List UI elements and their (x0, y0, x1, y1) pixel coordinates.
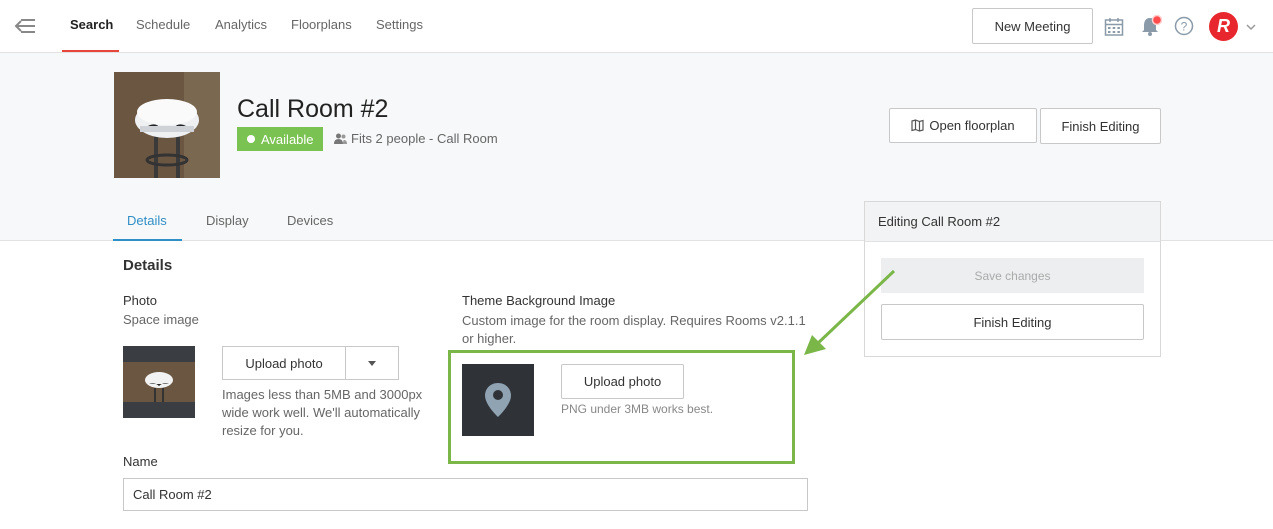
save-changes-button[interactable]: Save changes (881, 258, 1144, 293)
floorplan-icon (911, 119, 924, 132)
tab-display[interactable]: Display (206, 213, 249, 228)
room-photo (114, 72, 220, 178)
status-text: Available (261, 131, 314, 147)
calendar-icon[interactable] (1102, 15, 1126, 39)
new-meeting-button[interactable]: New Meeting (972, 8, 1093, 44)
photo-label: Photo (123, 293, 157, 308)
help-icon[interactable]: ? (1173, 15, 1195, 37)
notification-bell-icon[interactable] (1138, 13, 1164, 39)
room-title: Call Room #2 (237, 95, 389, 123)
finish-editing-header-button[interactable]: Finish Editing (1040, 108, 1161, 144)
space-image-thumbnail (123, 346, 195, 418)
status-dot-icon (247, 135, 255, 143)
finish-editing-panel-button[interactable]: Finish Editing (881, 304, 1144, 340)
caret-down-icon (368, 360, 376, 366)
people-icon (334, 133, 347, 144)
photo-sublabel: Space image (123, 312, 199, 327)
svg-text:?: ? (1181, 20, 1188, 34)
theme-background-label: Theme Background Image (462, 293, 616, 308)
room-name-field[interactable] (123, 478, 808, 511)
nav-schedule[interactable]: Schedule (136, 17, 190, 32)
nav-floorplans[interactable]: Floorplans (291, 17, 352, 32)
name-label: Name (123, 454, 158, 469)
status-badge: Available (237, 127, 323, 151)
upload-photo-split-button: Upload photo (222, 346, 399, 380)
photo-hint-line: wide work well. We'll automatically (222, 405, 421, 420)
tab-active-indicator (113, 239, 182, 241)
capacity-info: Fits 2 people - Call Room (334, 131, 498, 146)
annotation-arrow-icon (804, 269, 896, 355)
theme-desc-line: Custom image for the room display. Requi… (462, 313, 806, 328)
user-avatar[interactable]: R (1209, 12, 1238, 41)
back-arrow-icon[interactable] (14, 16, 36, 36)
nav-settings[interactable]: Settings (376, 17, 423, 32)
nav-active-indicator (62, 50, 119, 52)
editing-panel-title: Editing Call Room #2 (865, 202, 1160, 242)
tab-devices[interactable]: Devices (287, 213, 333, 228)
nav-analytics[interactable]: Analytics (215, 17, 267, 32)
upload-photo-button[interactable]: Upload photo (223, 347, 346, 379)
open-floorplan-label: Open floorplan (929, 118, 1015, 133)
details-heading: Details (123, 257, 173, 274)
theme-background-description: Custom image for the room display. Requi… (462, 312, 806, 348)
nav-search[interactable]: Search (70, 17, 113, 32)
open-floorplan-button[interactable]: Open floorplan (889, 108, 1037, 143)
theme-desc-line: or higher. (462, 331, 517, 346)
highlight-box (448, 350, 795, 464)
tab-details[interactable]: Details (127, 213, 167, 228)
photo-hint: Images less than 5MB and 3000px wide wor… (222, 386, 422, 440)
top-nav: Search Schedule Analytics Floorplans Set… (0, 0, 1273, 53)
capacity-text: Fits 2 people - Call Room (351, 131, 498, 146)
chevron-down-icon[interactable] (1244, 20, 1258, 34)
photo-hint-line: Images less than 5MB and 3000px (222, 387, 423, 402)
photo-hint-line: resize for you. (222, 423, 304, 438)
upload-options-dropdown[interactable] (346, 347, 398, 379)
